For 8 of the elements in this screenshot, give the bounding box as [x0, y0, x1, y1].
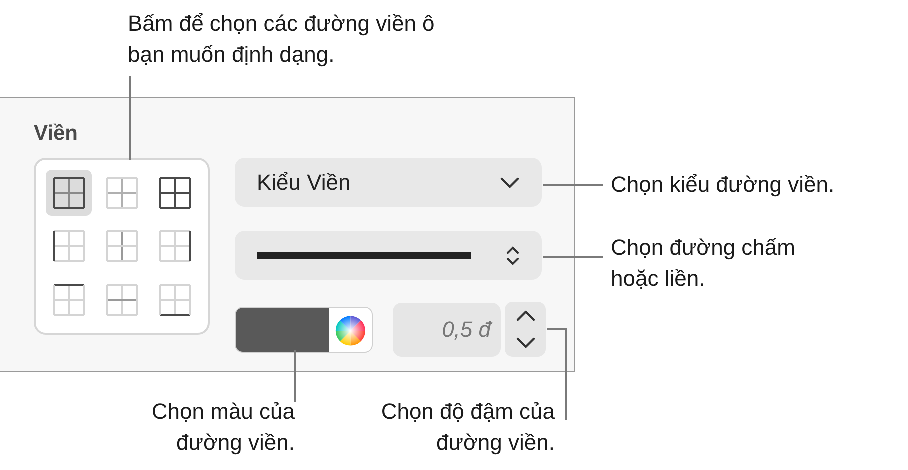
callout-text: Chọn độ đậm của đường viền.: [380, 398, 555, 457]
border-width-field[interactable]: 0,5 đ: [393, 302, 501, 356]
section-title: Viền: [34, 122, 79, 146]
callout-text: Chọn kiểu đường viền.: [611, 171, 836, 199]
callout-text: Chọn đường chấm hoặc liền.: [611, 234, 796, 293]
callout-text: Bấm để chọn các đường viền ô bạn muốn định dạng.: [128, 10, 436, 69]
border-style-dropdown[interactable]: Kiểu Viền: [235, 158, 542, 207]
callout-text: Chọn màu của đường viền.: [150, 398, 295, 457]
